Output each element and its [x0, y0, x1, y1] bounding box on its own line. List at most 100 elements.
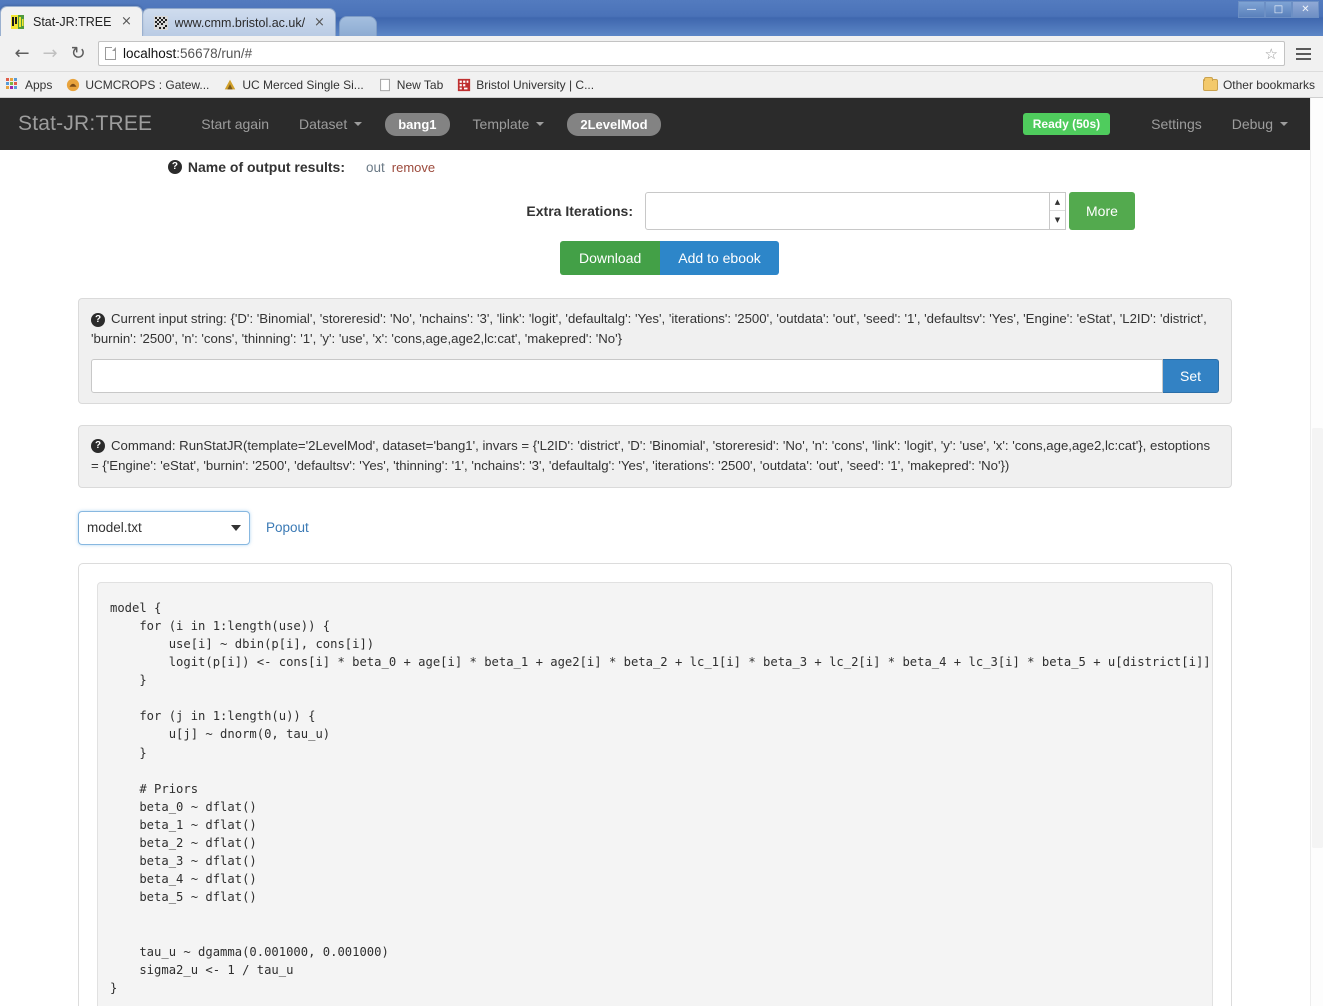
chevron-down-icon: [536, 122, 544, 126]
tab-title: www.cmm.bristol.ac.uk/f: [175, 16, 305, 30]
navbar-right: Ready (50s) Settings Debug: [1023, 98, 1310, 150]
current-input-string-text: ? Current input string: {'D': 'Binomial',…: [91, 309, 1219, 350]
tab-strip: Stat-JR:TREE × www.cmm.bristol.ac.uk/f ×: [0, 6, 377, 36]
action-buttons-row: Download Add to ebook: [0, 241, 1310, 275]
bristol-icon: [153, 15, 169, 31]
command-panel: ?Command: RunStatJR(template='2LevelMod'…: [78, 425, 1232, 488]
command-value: RunStatJR(template='2LevelMod', dataset=…: [91, 438, 1210, 473]
browser-tab-statjr[interactable]: Stat-JR:TREE ×: [0, 6, 143, 36]
chevron-down-icon: [231, 525, 241, 531]
current-input-string-label: Current input string:: [111, 311, 227, 326]
ucmcrops-icon: [66, 78, 80, 92]
tab-close-icon[interactable]: ×: [313, 16, 327, 30]
nav-debug-dropdown[interactable]: Debug: [1217, 98, 1310, 150]
output-results-label-wrap: ? Name of output results:: [0, 159, 345, 175]
set-input-row: Set: [91, 359, 1219, 393]
nav-label: Settings: [1151, 98, 1202, 150]
output-results-label: Name of output results:: [188, 159, 345, 175]
main-content: ? Name of output results: out remove Ext…: [0, 150, 1310, 1006]
browser-toolbar: ← → ↻ localhost:56678/run/# ☆: [0, 36, 1323, 72]
output-file-select[interactable]: model.txt: [78, 511, 250, 545]
statjr-icon: [11, 14, 27, 30]
chevron-down-icon: [354, 122, 362, 126]
tab-title: Stat-JR:TREE: [33, 15, 112, 29]
other-bookmarks-button[interactable]: Other bookmarks: [1203, 78, 1315, 92]
output-remove-link[interactable]: remove: [392, 160, 435, 175]
url-path: :56678/run/#: [176, 46, 252, 61]
bookmark-label: UCMCROPS : Gatew...: [85, 78, 209, 92]
bookmark-label: New Tab: [397, 78, 443, 92]
extra-iterations-label: Extra Iterations:: [0, 203, 645, 219]
add-to-ebook-button[interactable]: Add to ebook: [660, 241, 779, 275]
download-button[interactable]: Download: [560, 241, 660, 275]
new-tab-button[interactable]: [339, 16, 377, 36]
url-host: localhost: [123, 46, 176, 61]
address-bar-url: localhost:56678/run/#: [123, 46, 252, 61]
nav-template-dropdown[interactable]: Template: [458, 98, 560, 150]
tab-close-icon[interactable]: ×: [120, 15, 134, 29]
page-icon: [378, 78, 392, 92]
bristol-icon: [457, 78, 471, 92]
bookmark-label: Apps: [25, 78, 52, 92]
help-icon[interactable]: ?: [91, 439, 105, 453]
bookmark-label: UC Merced Single Si...: [242, 78, 363, 92]
dataset-pill[interactable]: bang1: [385, 113, 449, 136]
set-button[interactable]: Set: [1163, 359, 1219, 393]
extra-iterations-input[interactable]: [645, 192, 1050, 230]
output-results-value: out: [366, 160, 385, 175]
nav-start-again[interactable]: Start again: [186, 98, 284, 150]
status-badge[interactable]: Ready (50s): [1023, 113, 1110, 135]
nav-label: Start again: [201, 98, 269, 150]
help-icon[interactable]: ?: [168, 160, 182, 174]
page-scrollbar[interactable]: [1310, 98, 1323, 1006]
nav-settings[interactable]: Settings: [1136, 98, 1217, 150]
help-icon[interactable]: ?: [91, 313, 105, 327]
stepper-down-icon[interactable]: ▼: [1050, 211, 1065, 229]
command-text: ?Command: RunStatJR(template='2LevelMod'…: [91, 436, 1219, 477]
more-button[interactable]: More: [1069, 192, 1135, 230]
other-bookmarks-label: Other bookmarks: [1223, 78, 1315, 92]
back-icon[interactable]: ←: [8, 40, 36, 68]
bookmark-ucmerced[interactable]: UC Merced Single Si...: [223, 78, 363, 92]
page-icon: [105, 47, 116, 60]
model-code-text: model { for (i in 1:length(use)) { use[i…: [110, 599, 1198, 997]
output-card: model { for (i in 1:length(use)) { use[i…: [78, 563, 1232, 1006]
output-file-select-value: model.txt: [87, 520, 142, 535]
nav-label: Debug: [1232, 98, 1273, 150]
stepper-up-icon[interactable]: ▲: [1050, 193, 1065, 211]
bookmark-ucmcrops[interactable]: UCMCROPS : Gatew...: [66, 78, 209, 92]
maximize-button[interactable]: □: [1265, 1, 1292, 18]
reload-icon[interactable]: ↻: [64, 40, 92, 68]
code-viewer: model { for (i in 1:length(use)) { use[i…: [97, 582, 1213, 1006]
nav-label: Dataset: [299, 98, 347, 150]
template-pill[interactable]: 2LevelMod: [567, 113, 660, 136]
forward-icon[interactable]: →: [36, 40, 64, 68]
address-bar[interactable]: localhost:56678/run/# ☆: [98, 41, 1285, 66]
bookmark-star-icon[interactable]: ☆: [1265, 45, 1278, 63]
folder-icon: [1203, 79, 1218, 91]
current-input-string-value: {'D': 'Binomial', 'storeresid': 'No', 'n…: [91, 311, 1207, 346]
minimize-button[interactable]: —: [1238, 1, 1265, 18]
popout-link[interactable]: Popout: [266, 520, 309, 535]
browser-titlebar: — □ ✕ Stat-JR:TREE ×: [0, 0, 1323, 36]
extra-iterations-stepper[interactable]: ▲ ▼: [1050, 192, 1066, 230]
chevron-down-icon: [1280, 122, 1288, 126]
ucmerced-icon: [223, 78, 237, 92]
app-brand[interactable]: Stat-JR:TREE: [18, 112, 152, 136]
nav-label: Template: [473, 98, 530, 150]
bookmark-label: Bristol University | C...: [476, 78, 594, 92]
close-window-button[interactable]: ✕: [1292, 1, 1319, 18]
extra-iterations-row: Extra Iterations: ▲ ▼ More: [0, 192, 1310, 230]
bookmarks-bar: Apps UCMCROPS : Gatew... UC Merced Singl…: [0, 72, 1323, 98]
output-results-row: ? Name of output results: out remove: [0, 150, 1310, 175]
browser-menu-icon[interactable]: [1291, 41, 1315, 67]
page-viewport: Stat-JR:TREE Start again Dataset bang1 T…: [0, 98, 1323, 1006]
window-controls: — □ ✕: [1238, 1, 1319, 18]
nav-dataset-dropdown[interactable]: Dataset: [284, 98, 377, 150]
browser-tab-bristol[interactable]: www.cmm.bristol.ac.uk/f ×: [142, 8, 336, 36]
scrollbar-thumb[interactable]: [1312, 428, 1323, 848]
set-input-field[interactable]: [91, 359, 1163, 393]
bookmark-bristol[interactable]: Bristol University | C...: [457, 78, 594, 92]
bookmark-newtab[interactable]: New Tab: [378, 78, 443, 92]
bookmark-apps[interactable]: Apps: [6, 78, 52, 92]
